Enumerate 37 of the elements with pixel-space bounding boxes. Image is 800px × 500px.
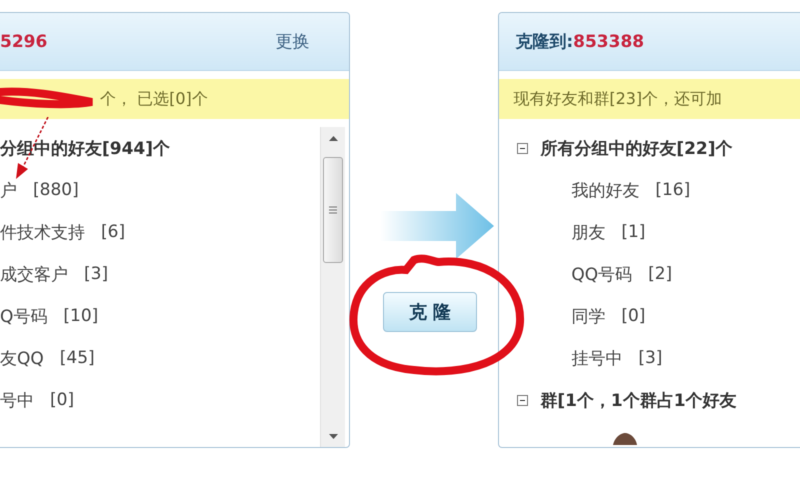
friend-count: [2] <box>648 264 672 284</box>
group-name[interactable]: 户 <box>0 178 17 202</box>
notice-text: 个， 已选[0]个 <box>100 88 208 110</box>
group-name[interactable]: 同学 <box>571 304 606 328</box>
friend-count: [0] <box>50 390 74 410</box>
friend-count: [3] <box>84 264 108 284</box>
group-name[interactable]: 件技术支持 <box>0 220 85 244</box>
friend-count: [0] <box>621 306 646 326</box>
group-name[interactable]: 我的好友 <box>571 178 640 202</box>
collapse-toggle-icon[interactable] <box>517 394 528 406</box>
friend-count: [16] <box>655 180 690 200</box>
account-number: 853388 <box>573 32 644 52</box>
collapse-toggle-icon[interactable] <box>517 142 528 154</box>
account-number: 5296 <box>0 32 48 52</box>
friend-count: [3] <box>638 348 662 368</box>
friend-count: [10] <box>63 306 98 326</box>
friend-count: [880] <box>33 180 79 200</box>
group-name[interactable]: QQ号码 <box>571 262 632 286</box>
friend-count: [6] <box>101 222 126 242</box>
group-name[interactable]: Q号码 <box>0 304 48 328</box>
clone-button[interactable]: 克 隆 <box>383 292 477 332</box>
notice-text: 现有好友和群[23]个，还可加 <box>513 88 722 110</box>
group-name[interactable]: 挂号中 <box>571 346 622 370</box>
scroll-thumb[interactable] <box>323 157 344 263</box>
change-link[interactable]: 更换 <box>275 30 310 53</box>
group-label[interactable]: 所有分组中的好友[22]个 <box>540 136 733 160</box>
group-name[interactable]: 朋友 <box>571 220 606 244</box>
avatar-icon <box>612 433 638 445</box>
group-name[interactable]: 成交客户 <box>0 262 68 286</box>
clone-to-label: 克隆到: <box>515 32 574 52</box>
friend-count: [45] <box>60 348 95 368</box>
scrollbar[interactable] <box>320 127 346 447</box>
group-label[interactable]: 群[1个，1个群占1个好友 <box>540 388 737 412</box>
group-label[interactable]: 分组中的好友[944]个 <box>0 136 170 160</box>
friend-count: [1] <box>621 222 646 242</box>
group-name[interactable]: 友QQ <box>0 346 44 370</box>
group-name[interactable]: 号中 <box>0 388 34 412</box>
